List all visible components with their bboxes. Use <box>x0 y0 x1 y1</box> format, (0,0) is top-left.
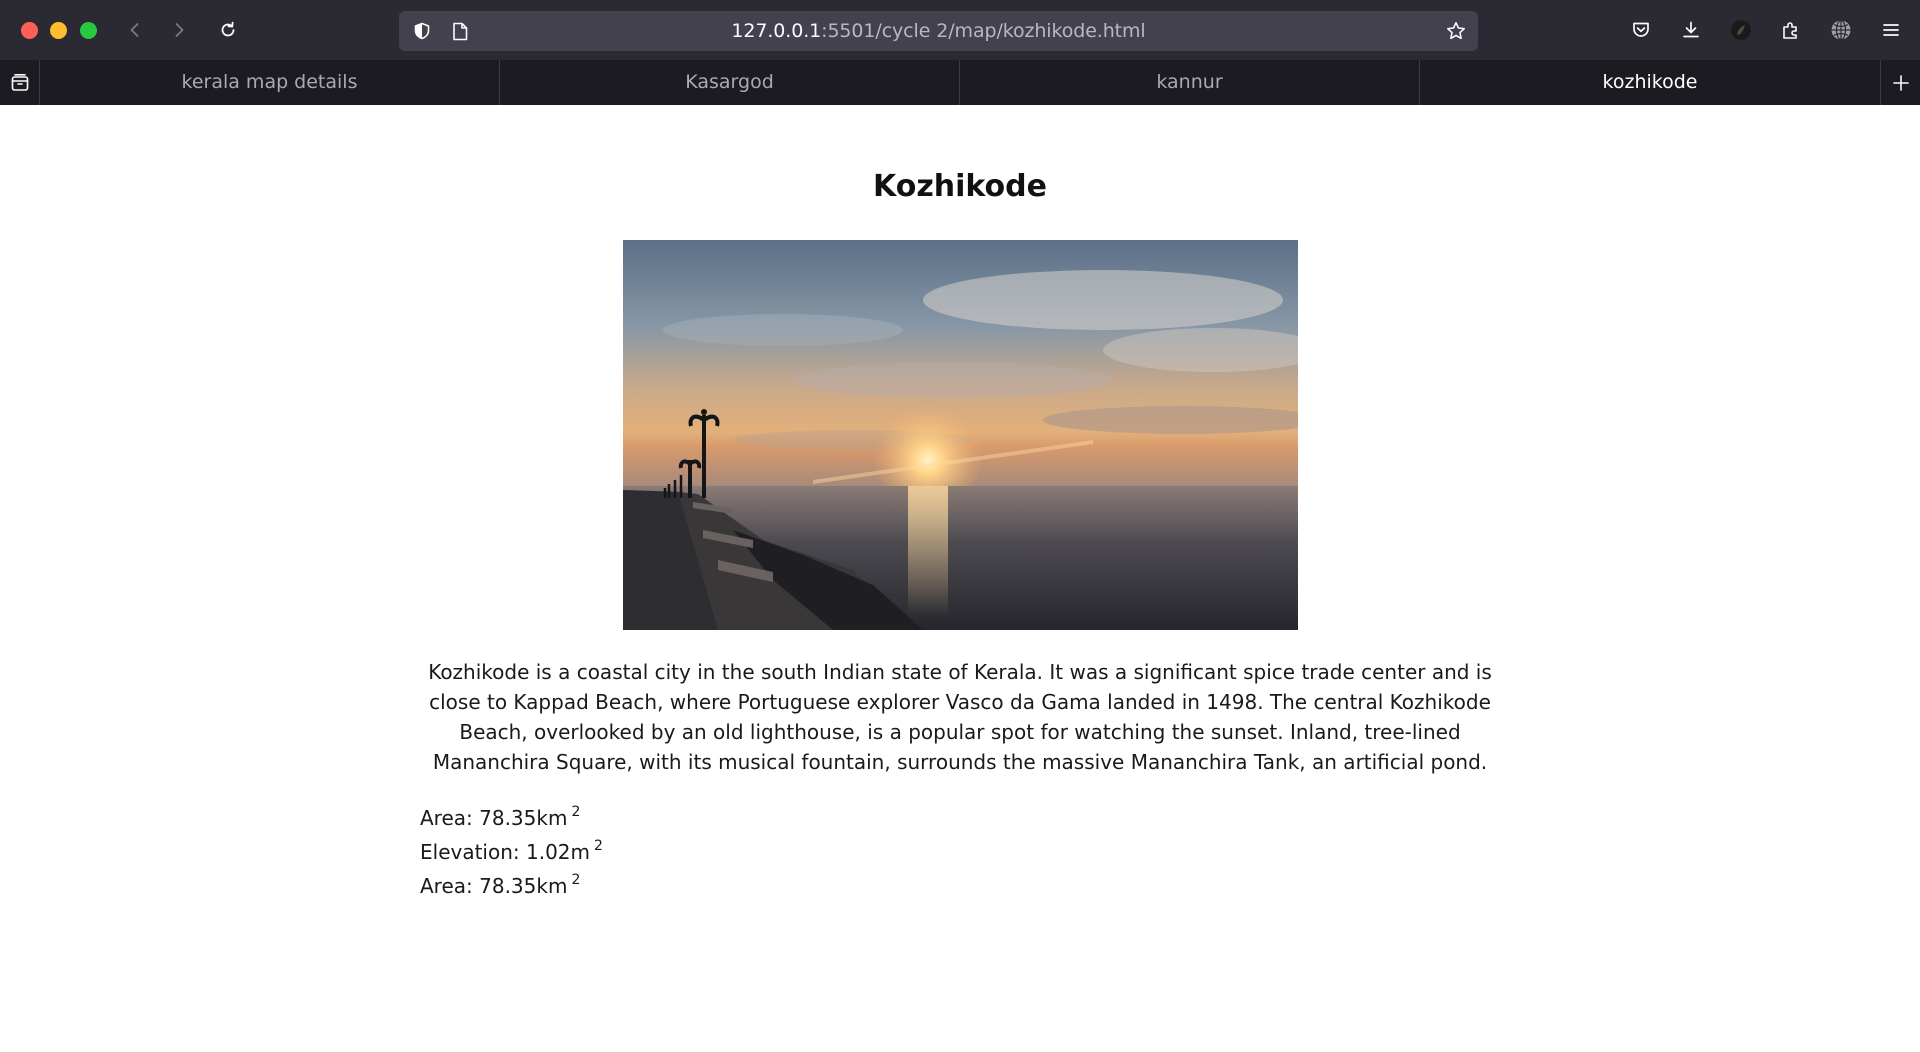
download-icon <box>1683 21 1699 38</box>
menu-icon <box>1883 24 1899 36</box>
globe-icon <box>1831 19 1851 41</box>
downloads-button[interactable] <box>1675 14 1707 46</box>
fact-area-repeat: Area: 78.35km 2 <box>420 869 603 903</box>
browser-toolbar: 127.0.0.1:5501/cycle 2/map/kozhikode.htm… <box>0 0 1920 60</box>
new-tab-button[interactable] <box>1880 60 1920 105</box>
tab-strip: kerala map details Kasargod kannur kozhi… <box>0 60 1920 105</box>
facts-list: Area: 78.35km 2 Elevation: 1.02m 2 Area: 7… <box>420 801 603 903</box>
fact-area: Area: 78.35km 2 <box>420 801 603 835</box>
fact-elevation: Elevation: 1.02m 2 <box>420 835 603 869</box>
tab-kozhikode[interactable]: kozhikode <box>1420 60 1880 105</box>
fact-superscript: 2 <box>571 872 581 888</box>
tab-kerala-map-details[interactable]: kerala map details <box>40 60 500 105</box>
window-maximize-button[interactable] <box>80 22 97 39</box>
profile-button[interactable] <box>1725 14 1757 46</box>
tab-list-icon <box>11 73 28 91</box>
tab-kannur[interactable]: kannur <box>960 60 1420 105</box>
fact-superscript: 2 <box>571 804 581 820</box>
fact-label: Elevation: 1.02m <box>420 840 591 864</box>
globe-button[interactable] <box>1825 14 1857 46</box>
window-minimize-button[interactable] <box>50 22 67 39</box>
fact-label: Area: 78.35km <box>420 874 568 898</box>
reload-icon <box>221 21 235 37</box>
tab-list-button[interactable] <box>0 60 40 105</box>
page-content: Kozhikode Kozhikode is a coastal city in… <box>0 105 1920 1052</box>
address-bar[interactable]: 127.0.0.1:5501/cycle 2/map/kozhikode.htm… <box>399 11 1478 51</box>
reload-button[interactable] <box>212 14 244 46</box>
sunset-beach-image <box>623 240 1298 630</box>
description-paragraph: Kozhikode is a coastal city in the south… <box>428 660 1492 774</box>
pocket-button[interactable] <box>1625 14 1657 46</box>
url-host: 127.0.0.1 <box>731 20 822 42</box>
chevron-left-icon <box>130 23 139 37</box>
extensions-button[interactable] <box>1775 14 1807 46</box>
menu-button[interactable] <box>1875 14 1907 46</box>
fact-superscript: 2 <box>594 838 603 854</box>
pocket-icon <box>1633 22 1649 37</box>
plus-icon <box>1892 74 1909 91</box>
fact-label: Area: 78.35km <box>420 806 568 830</box>
forward-button[interactable] <box>163 14 195 46</box>
extensions-icon <box>1783 22 1797 39</box>
tab-kasargod[interactable]: Kasargod <box>500 60 960 105</box>
back-button[interactable] <box>119 14 151 46</box>
url-path: :5501/cycle 2/map/kozhikode.html <box>821 20 1146 42</box>
chevron-right-icon <box>175 23 184 37</box>
profile-icon <box>1731 20 1751 40</box>
url-text[interactable]: 127.0.0.1:5501/cycle 2/map/kozhikode.htm… <box>399 11 1478 51</box>
window-close-button[interactable] <box>21 22 38 39</box>
page-title: Kozhikode <box>872 169 1047 204</box>
star-icon[interactable] <box>1445 20 1467 42</box>
